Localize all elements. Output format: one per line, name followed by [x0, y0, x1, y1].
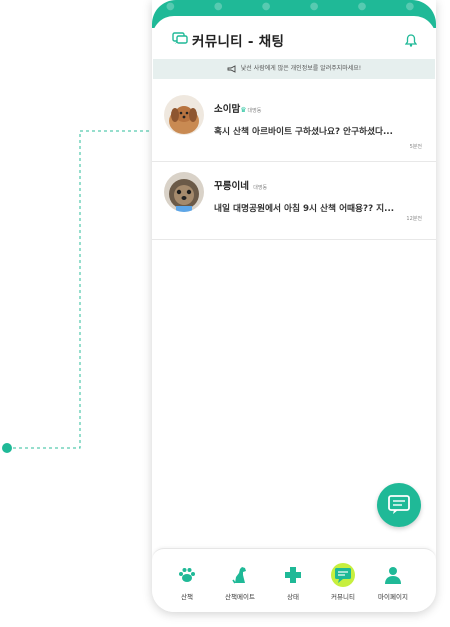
megaphone-icon	[227, 64, 236, 73]
chat-row[interactable]: 소이맘♛대명동 혹시 산책 아르바이트 구하셨나요? 안구하셨다... 5분전	[152, 83, 436, 162]
avatar	[164, 95, 204, 135]
tab-label: 산책메이트	[225, 593, 255, 601]
page-title: 커뮤니티 - 채팅	[192, 34, 285, 50]
health-cross-icon	[285, 567, 301, 583]
chat-name: 꾸릉이네 대명동	[214, 181, 268, 192]
chat-time: 5분전	[409, 144, 422, 150]
tab-community[interactable]: 커뮤니티	[315, 549, 371, 612]
location-badge: 대명동	[247, 108, 262, 114]
crown-icon: ♛	[240, 106, 247, 114]
location-badge: 대명동	[253, 185, 268, 191]
notice-text: 낯선 사람에게 많은 개인정보를 알려주지마세요!	[240, 65, 362, 72]
screen: 커뮤니티 - 채팅 낯선 사람에게 많은 개인정보를 알려주지마세요! 소이맘♛…	[152, 16, 436, 612]
privacy-notice-banner: 낯선 사람에게 많은 개인정보를 알려주지마세요!	[153, 59, 435, 79]
chat-bubble-icon	[335, 568, 351, 583]
new-chat-button[interactable]	[377, 483, 421, 527]
bottom-tab-bar: 산책 산책메이트 상태 커뮤니티 마이페이지	[152, 548, 436, 612]
dog-sitting-icon	[232, 567, 246, 584]
chat-icon	[172, 32, 188, 44]
tab-label: 마이페이지	[378, 593, 408, 601]
bell-icon[interactable]	[405, 34, 417, 47]
tab-label: 상태	[287, 593, 299, 601]
avatar	[164, 172, 204, 212]
person-icon	[385, 567, 401, 584]
tab-walk-mate[interactable]: 산책메이트	[212, 549, 268, 612]
tab-my-page[interactable]: 마이페이지	[365, 549, 421, 612]
chat-row[interactable]: 꾸릉이네 대명동 내일 대명공원에서 아침 9시 산책 어때용?? 지... 1…	[152, 161, 436, 240]
chat-message: 혹시 산책 아르바이트 구하셨나요? 안구하셨다...	[214, 127, 393, 137]
tab-label: 산책	[181, 593, 193, 601]
chat-time: 12분전	[406, 216, 422, 222]
chat-name: 소이맘♛대명동	[214, 104, 262, 115]
paw-icon	[179, 568, 195, 582]
message-icon	[388, 495, 410, 514]
app-header: 커뮤니티 - 채팅	[152, 16, 436, 60]
tab-walk[interactable]: 산책	[159, 549, 215, 612]
chat-message: 내일 대명공원에서 아침 9시 산책 어때용?? 지...	[214, 204, 395, 214]
tab-status[interactable]: 상태	[265, 549, 321, 612]
phone-frame: ● ● ● ● ● ● ● 커뮤니티 - 채팅 낯선 사람에게 많은 개인정보를…	[152, 0, 436, 612]
tab-label: 커뮤니티	[331, 593, 355, 601]
